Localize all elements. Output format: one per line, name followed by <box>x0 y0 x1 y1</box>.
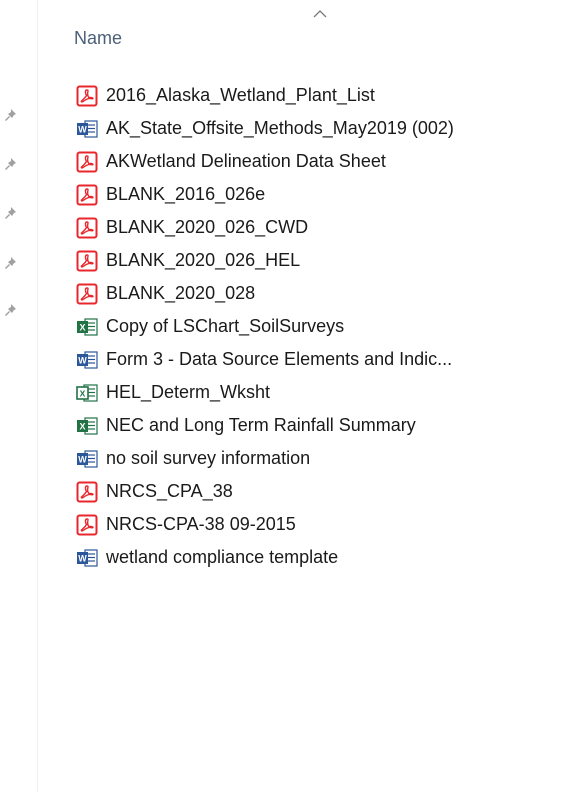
word-icon: W <box>76 349 98 371</box>
pdf-icon <box>76 250 98 272</box>
svg-text:X: X <box>79 322 85 332</box>
file-list: 2016_Alaska_Wetland_Plant_List W AK_State_… <box>76 79 454 574</box>
svg-text:X: X <box>80 388 86 398</box>
excel-legacy-icon: X <box>76 382 98 404</box>
file-row[interactable]: Wno soil survey information <box>76 442 454 475</box>
file-name: BLANK_2020_026_HEL <box>106 250 301 270</box>
pin-icon[interactable] <box>4 256 18 270</box>
svg-text:W: W <box>78 355 87 365</box>
file-name: Form 3 - Data Source Elements and Indic.… <box>106 349 453 369</box>
file-name: 2016_Alaska_Wetland_Plant_List <box>106 85 375 105</box>
file-name: Copy of LSChart_SoilSurveys <box>106 316 345 336</box>
pdf-icon <box>76 217 98 239</box>
file-name: no soil survey information <box>106 448 311 468</box>
svg-text:W: W <box>78 454 87 464</box>
excel-icon: X <box>76 316 98 338</box>
pdf-icon <box>76 514 98 536</box>
file-row[interactable]: X Copy of LSChart_SoilSurveys <box>76 310 454 343</box>
file-name: BLANK_2016_026e <box>106 184 266 204</box>
pin-icon[interactable] <box>4 157 18 171</box>
navigation-pane-divider <box>37 0 38 792</box>
svg-text:W: W <box>78 124 87 134</box>
sort-ascending-icon[interactable] <box>313 9 327 18</box>
file-row[interactable]: X NEC and Long Term Rainfall Summary <box>76 409 454 442</box>
file-name: NRCS_CPA_38 <box>106 481 233 501</box>
word-icon: W <box>76 448 98 470</box>
file-row[interactable]: NRCS-CPA-38 09-2015 <box>76 508 454 541</box>
pdf-icon <box>76 184 98 206</box>
file-row[interactable]: BLANK_2020_026_CWD <box>76 211 454 244</box>
file-name: AKWetland Delineation Data Sheet <box>106 151 386 171</box>
pin-icon[interactable] <box>4 206 18 220</box>
file-name: NEC and Long Term Rainfall Summary <box>106 415 416 435</box>
file-row[interactable]: BLANK_2020_026_HEL <box>76 244 454 277</box>
pin-icon[interactable] <box>4 303 18 317</box>
svg-text:W: W <box>78 553 87 563</box>
file-name: HEL_Determ_Wksht <box>106 382 271 402</box>
pdf-icon <box>76 151 98 173</box>
file-name: AK_State_Offsite_Methods_May2019 (002) <box>106 118 454 138</box>
pin-icon[interactable] <box>4 108 18 122</box>
file-row[interactable]: BLANK_2016_026e <box>76 178 454 211</box>
excel-icon: X <box>76 415 98 437</box>
file-row[interactable]: Wwetland compliance template <box>76 541 454 574</box>
file-name: BLANK_2020_026_CWD <box>106 217 309 237</box>
file-name: NRCS-CPA-38 09-2015 <box>106 514 296 534</box>
file-row[interactable]: BLANK_2020_028 <box>76 277 454 310</box>
file-row[interactable]: X HEL_Determ_Wksht <box>76 376 454 409</box>
file-row[interactable]: W AK_State_Offsite_Methods_May2019 (002) <box>76 112 454 145</box>
file-row[interactable]: AKWetland Delineation Data Sheet <box>76 145 454 178</box>
pdf-icon <box>76 481 98 503</box>
file-name: wetland compliance template <box>106 547 339 567</box>
word-icon: W <box>76 547 98 569</box>
file-row[interactable]: 2016_Alaska_Wetland_Plant_List <box>76 79 454 112</box>
svg-text:X: X <box>79 421 85 431</box>
file-name: BLANK_2020_028 <box>106 283 256 303</box>
pdf-icon <box>76 283 98 305</box>
column-header-name[interactable]: Name <box>74 28 122 49</box>
file-row[interactable]: NRCS_CPA_38 <box>76 475 454 508</box>
word-icon: W <box>76 118 98 140</box>
file-row[interactable]: W Form 3 - Data Source Elements and Indic… <box>76 343 454 376</box>
pdf-icon <box>76 85 98 107</box>
